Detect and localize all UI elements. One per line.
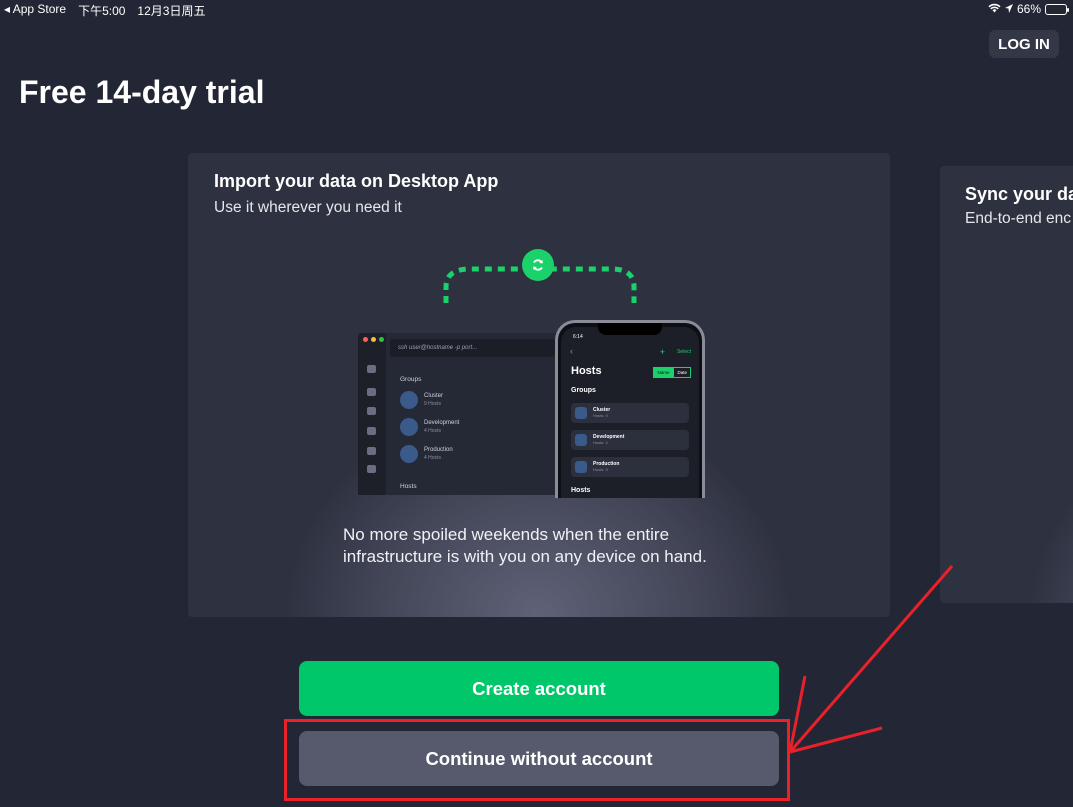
onboarding-screen: ◂ App Store 下午5:00 12月3日周五 66% LOG IN Fr… bbox=[0, 0, 1073, 807]
annotation-arrow bbox=[788, 565, 954, 754]
